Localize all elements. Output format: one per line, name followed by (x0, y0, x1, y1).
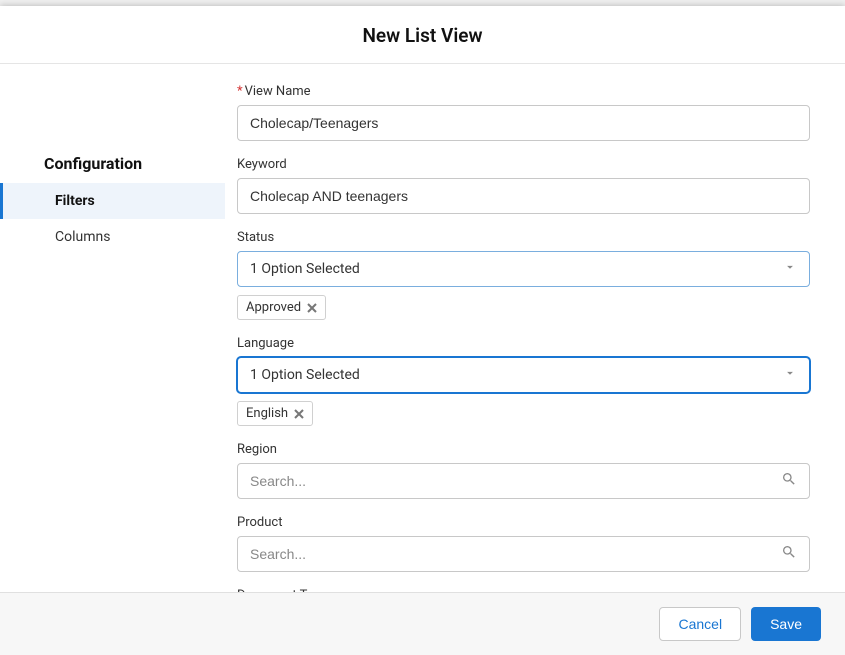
sidebar-title: Configuration (0, 154, 225, 183)
modal-footer: Cancel Save (0, 592, 845, 655)
product-label: Product (237, 515, 810, 530)
chevron-down-icon (783, 260, 797, 278)
status-select[interactable]: 1 Option Selected (237, 251, 810, 287)
region-search[interactable] (237, 463, 810, 499)
chip-label: Approved (246, 300, 301, 315)
required-indicator: * (237, 84, 243, 99)
region-group: Region (237, 442, 810, 499)
cancel-button-label: Cancel (678, 616, 722, 632)
close-icon[interactable] (294, 409, 304, 419)
keyword-group: Keyword (237, 157, 810, 214)
product-group: Product (237, 515, 810, 572)
view-name-label: *View Name (237, 84, 810, 99)
view-name-group: *View Name (237, 84, 810, 141)
modal-header: New List View (0, 6, 845, 64)
keyword-label: Keyword (237, 157, 810, 172)
language-chips: English (237, 401, 810, 426)
save-button[interactable]: Save (751, 607, 821, 641)
language-selected-text: 1 Option Selected (250, 367, 360, 383)
status-selected-text: 1 Option Selected (250, 261, 360, 277)
sidebar-item-filters[interactable]: Filters (0, 183, 225, 219)
view-name-input[interactable] (237, 105, 810, 141)
save-button-label: Save (770, 616, 802, 632)
form-area: *View Name Keyword Status 1 Option Selec… (225, 64, 845, 592)
language-group: Language 1 Option Selected English (237, 336, 810, 426)
view-name-label-text: View Name (245, 84, 311, 99)
product-search[interactable] (237, 536, 810, 572)
status-chips: Approved (237, 295, 810, 320)
cancel-button[interactable]: Cancel (659, 607, 741, 641)
search-icon (781, 471, 797, 491)
language-chip-english: English (237, 401, 313, 426)
language-select[interactable]: 1 Option Selected (237, 357, 810, 393)
product-input[interactable] (250, 546, 781, 562)
modal-body: Configuration Filters Columns *View Name… (0, 64, 845, 592)
new-list-view-modal: New List View Configuration Filters Colu… (0, 6, 845, 655)
sidebar-item-columns[interactable]: Columns (0, 219, 225, 255)
region-input[interactable] (250, 473, 781, 489)
region-label: Region (237, 442, 810, 457)
sidebar-item-label: Filters (55, 193, 95, 209)
chevron-down-icon (783, 366, 797, 384)
keyword-input[interactable] (237, 178, 810, 214)
status-group: Status 1 Option Selected Approved (237, 230, 810, 320)
chip-label: English (246, 406, 288, 421)
sidebar: Configuration Filters Columns (0, 64, 225, 592)
search-icon (781, 544, 797, 564)
modal-title: New List View (0, 24, 845, 47)
sidebar-item-label: Columns (55, 229, 110, 245)
close-icon[interactable] (307, 303, 317, 313)
status-chip-approved: Approved (237, 295, 326, 320)
language-label: Language (237, 336, 810, 351)
status-label: Status (237, 230, 810, 245)
